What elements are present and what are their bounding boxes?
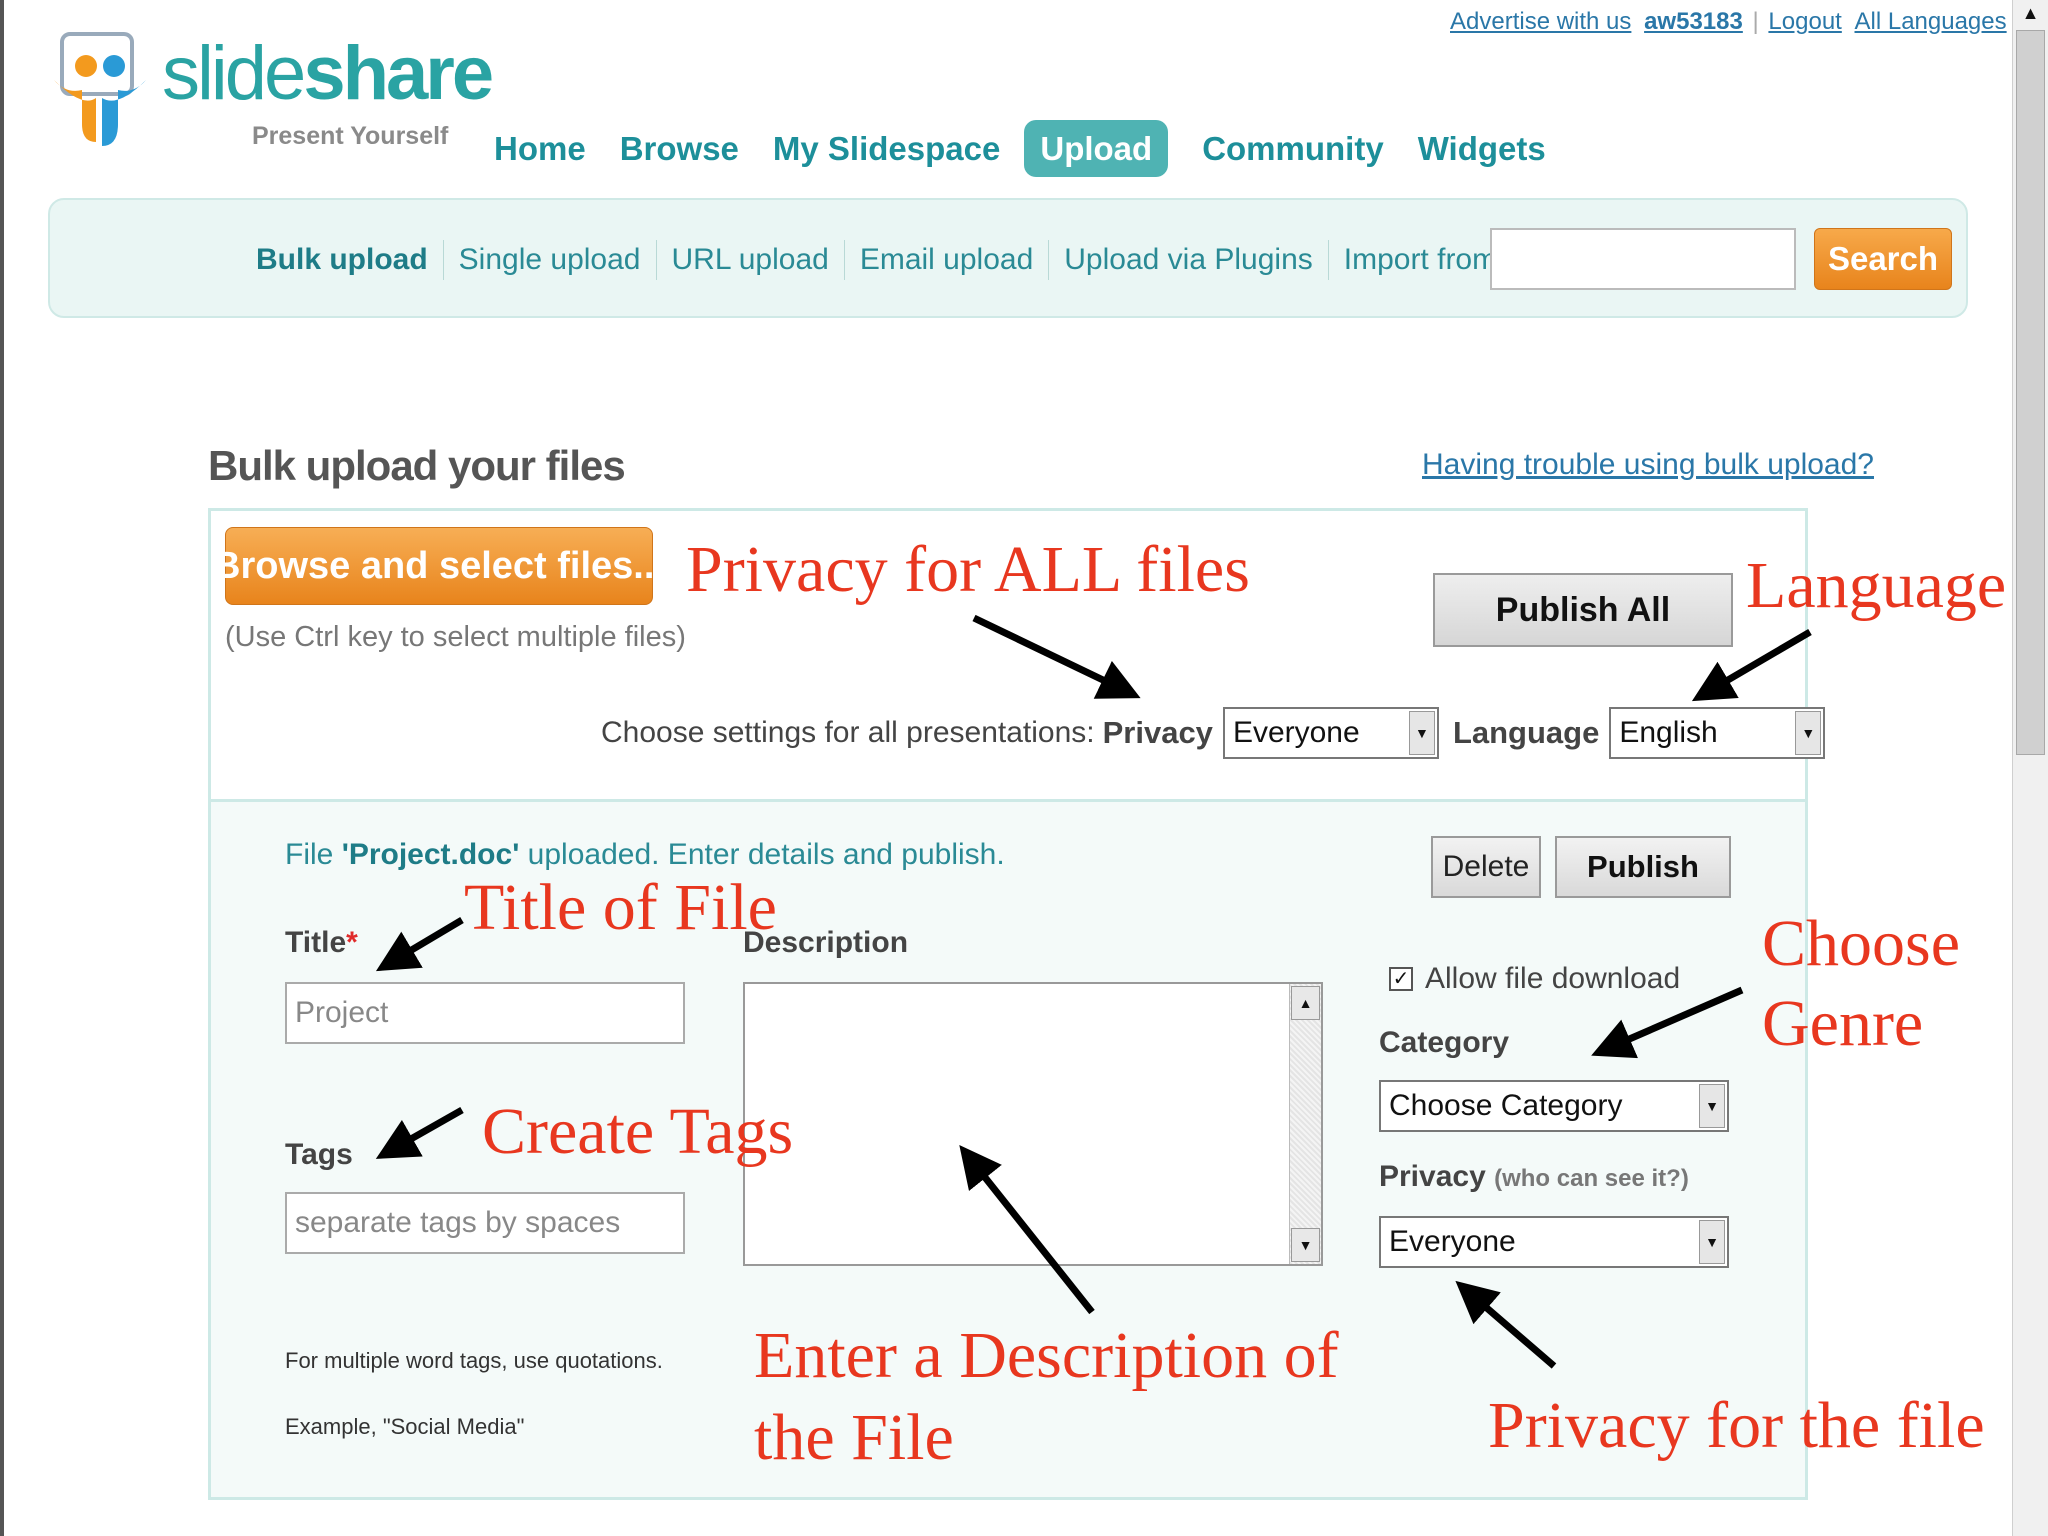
arrow-tags: [375, 1106, 464, 1159]
arrow-language: [1691, 628, 1812, 702]
arrow-genre: [1591, 986, 1744, 1059]
arrow-privacy-file: [1455, 1280, 1557, 1369]
arrow-description: [959, 1145, 1095, 1315]
arrow-privacy-all: [972, 614, 1141, 699]
arrow-title: [375, 916, 464, 972]
annotation-arrows: [375, 614, 1812, 1369]
